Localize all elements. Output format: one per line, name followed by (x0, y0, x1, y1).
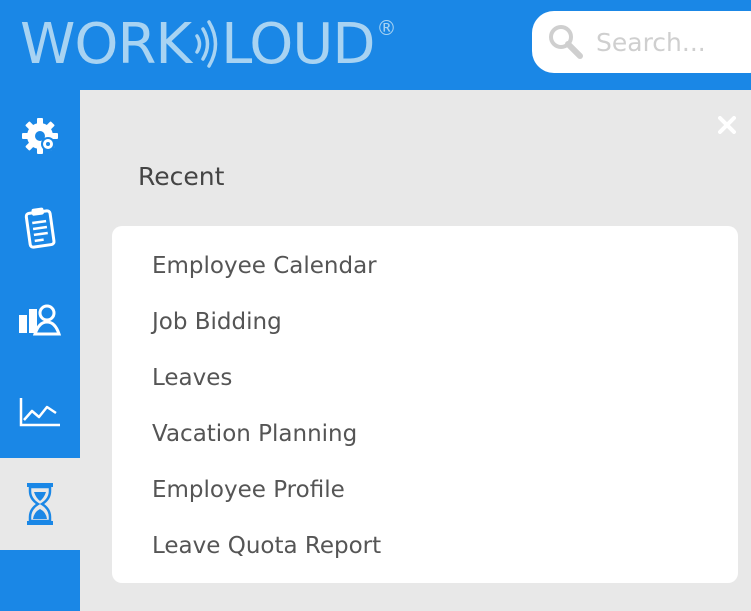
sound-wave-icon (195, 20, 218, 68)
sidebar-item-settings[interactable] (0, 90, 80, 182)
people-icon (19, 304, 62, 336)
search-input[interactable] (594, 26, 748, 58)
recent-item-job-bidding[interactable]: Job Bidding (152, 302, 282, 342)
recent-item-vacation-planning[interactable]: Vacation Planning (152, 414, 357, 454)
recent-item-leaves[interactable]: Leaves (152, 358, 232, 398)
sidebar-item-recent[interactable] (0, 458, 80, 550)
section-title-recent: Recent (138, 162, 225, 191)
sidebar-item-reports[interactable] (0, 366, 80, 458)
close-icon[interactable] (718, 116, 736, 134)
recent-item-employee-calendar[interactable]: Employee Calendar (152, 246, 377, 286)
logo-text-work: WORK (20, 11, 192, 77)
logo-text-loud: LOUD (221, 11, 375, 77)
search-box[interactable] (532, 11, 751, 73)
recent-item-employee-profile[interactable]: Employee Profile (152, 470, 345, 510)
gear-icon (22, 118, 58, 154)
clipboard-icon (24, 207, 56, 249)
sidebar-item-clipboard[interactable] (0, 182, 80, 274)
logo: WORK LOUD ® (20, 11, 396, 77)
search-icon[interactable] (546, 22, 586, 62)
close-button[interactable] (714, 112, 740, 138)
recent-item-leave-quota-report[interactable]: Leave Quota Report (152, 526, 381, 566)
sidebar (0, 90, 80, 611)
recent-panel: Employee Calendar Job Bidding Leaves Vac… (112, 226, 738, 583)
top-bar: WORK LOUD ® (0, 0, 751, 90)
sidebar-item-people[interactable] (0, 274, 80, 366)
hourglass-icon (27, 483, 53, 525)
registered-mark: ® (376, 16, 396, 40)
line-chart-icon (19, 398, 60, 427)
